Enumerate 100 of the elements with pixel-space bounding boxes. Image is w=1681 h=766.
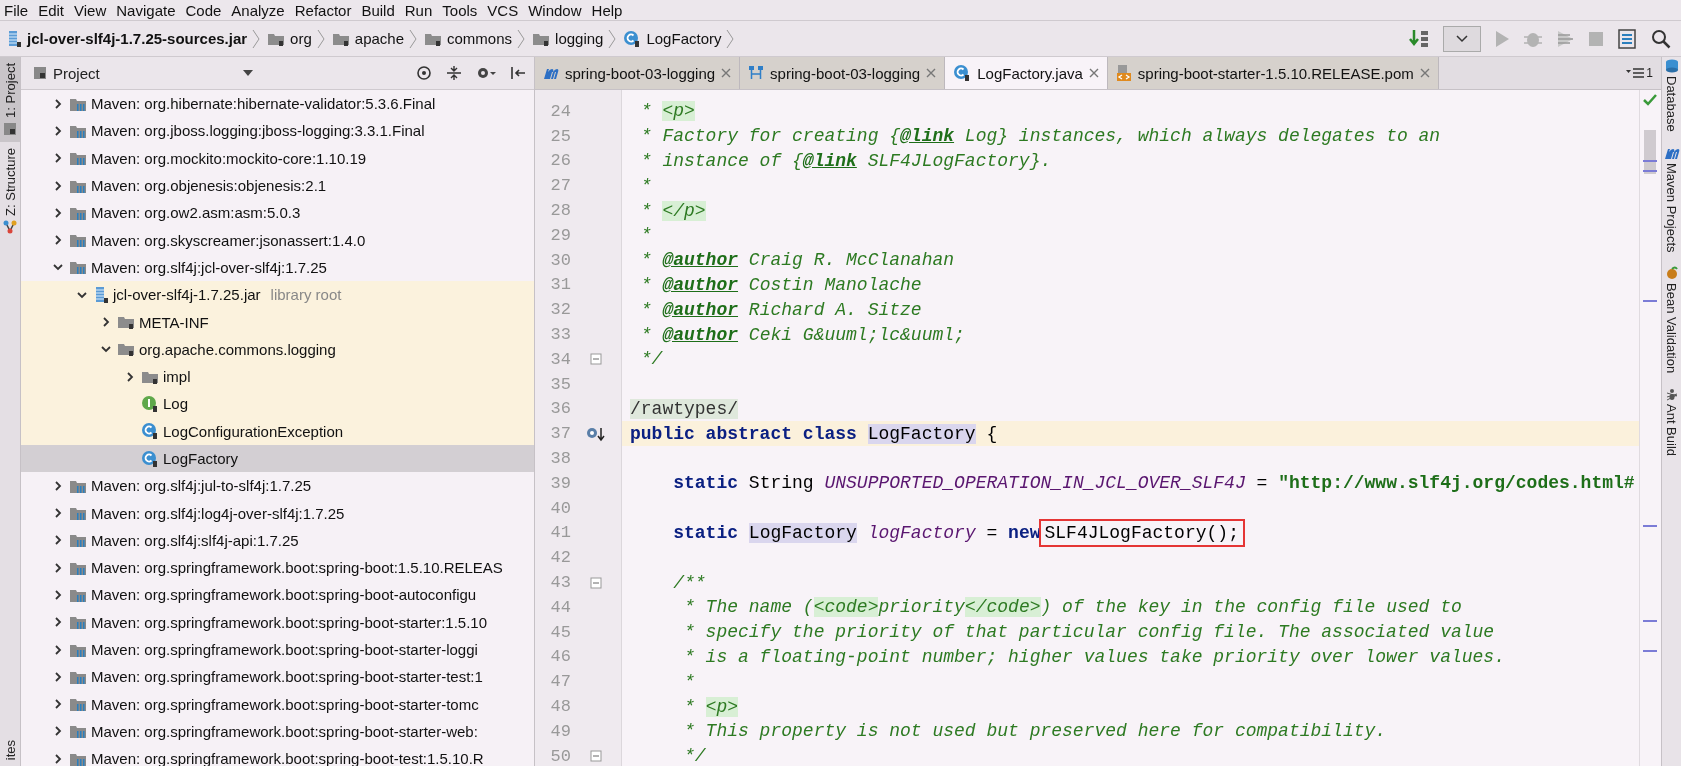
line-number: 25 xyxy=(549,126,571,146)
tool-window-tab[interactable]: Maven Projects xyxy=(1662,145,1681,253)
caret-icon xyxy=(243,70,253,76)
breadcrumb-item[interactable]: commons xyxy=(424,30,517,47)
tool-window-tab[interactable]: 1: Project xyxy=(0,57,20,142)
menu-item[interactable]: View xyxy=(70,1,113,19)
code-line: * specify the priority of that particular config file. The associated value xyxy=(683,621,1496,645)
close-icon[interactable] xyxy=(721,68,732,78)
implemented-icon[interactable] xyxy=(586,425,606,442)
line-number: 40 xyxy=(549,498,571,518)
close-icon[interactable] xyxy=(1088,68,1099,78)
settings-icon[interactable] xyxy=(476,65,496,81)
tree-item[interactable]: Maven: org.slf4j:slf4j-api:1.7.25 xyxy=(21,526,534,555)
tree-item[interactable]: Maven: org.jboss.logging:jboss-logging:3.3.1.Final xyxy=(21,117,534,145)
menu-item[interactable]: File xyxy=(0,1,35,19)
tree-item[interactable]: META-INF xyxy=(21,308,534,336)
tree-item[interactable]: Maven: org.springframework.boot:spring-boot-starter-tomc xyxy=(21,690,534,718)
tree-item[interactable]: Maven: org.springframework.boot:spring-boot-starter-test:1 xyxy=(21,663,534,691)
code-line: * @author Craig R. McClanahan xyxy=(639,249,956,273)
breadcrumb-item[interactable]: jcl-over-slf4j-1.7.25-sources.jar xyxy=(6,29,252,48)
breadcrumb-item[interactable]: logging xyxy=(532,30,608,47)
menu-item[interactable]: Window xyxy=(524,1,588,19)
code-line: */ xyxy=(683,745,707,766)
tree-item[interactable]: Maven: org.slf4j:log4j-over-slf4j:1.7.25 xyxy=(21,499,534,527)
structure-icon xyxy=(3,219,17,234)
tree-item[interactable]: Maven: org.skyscreamer:jsonassert:1.4.0 xyxy=(21,226,534,254)
menu-item[interactable]: Build xyxy=(357,1,401,19)
hide-panel-icon[interactable] xyxy=(510,65,526,81)
separator-icon xyxy=(725,27,736,50)
breadcrumb-item[interactable]: org xyxy=(267,30,316,47)
code-line: static LogFactory logFactory = new SLF4JLogFactory(); xyxy=(622,520,1639,546)
editor-tab[interactable]: LogFactory.java xyxy=(945,57,1108,89)
code-line: * xyxy=(639,224,653,248)
code-line: * @author Costin Manolache xyxy=(639,273,923,297)
menu-item[interactable]: Tools xyxy=(438,1,484,19)
tree-item[interactable]: impl xyxy=(21,362,534,391)
view-selector[interactable]: Project xyxy=(33,64,253,82)
tree-item[interactable]: Maven: org.springframework.boot:spring-boot-starter:1.5.10 xyxy=(21,608,534,636)
code-line: * The name (<code>priority</code>) of the key in the config file used to xyxy=(683,596,1463,620)
project-structure-icon[interactable] xyxy=(1617,27,1639,50)
tree-item[interactable]: Maven: org.springframework.boot:spring-boot-autoconfigu xyxy=(21,581,534,609)
caret-icon xyxy=(1456,34,1468,43)
tree-item[interactable]: Maven: org.springframework.boot:spring-boot-starter-web: xyxy=(21,717,534,746)
tree-item[interactable]: Maven: org.slf4j:jcl-over-slf4j:1.7.25 xyxy=(21,253,534,282)
code-line: /** xyxy=(672,571,707,595)
tree-item-note: library root xyxy=(270,286,342,304)
tree-item[interactable]: LogConfigurationException xyxy=(21,417,534,445)
line-number: 44 xyxy=(549,597,571,617)
menu-item[interactable]: Help xyxy=(587,1,629,19)
line-number: 50 xyxy=(549,746,571,766)
tool-window-tab[interactable]: Z: Structure xyxy=(0,141,20,240)
locate-icon[interactable] xyxy=(416,65,432,81)
tool-window-tab[interactable]: ites xyxy=(0,733,20,766)
menu-item[interactable]: Navigate xyxy=(112,1,182,19)
menu-item[interactable]: Edit xyxy=(34,1,71,19)
code-line: * xyxy=(639,174,653,198)
tree-item[interactable]: Maven: org.objenesis:objenesis:2.1 xyxy=(21,171,534,200)
run-config-dropdown[interactable] xyxy=(1443,25,1481,52)
tree-item[interactable]: org.apache.commons.logging xyxy=(21,335,534,363)
tree-item[interactable]: Maven: org.slf4j:jul-to-slf4j:1.7.25 xyxy=(21,472,534,500)
line-number: 42 xyxy=(549,548,571,568)
breadcrumb-item[interactable]: apache xyxy=(331,30,408,47)
line-number: 26 xyxy=(549,151,571,171)
tab-list-button[interactable]: 1 xyxy=(1626,57,1661,89)
tool-window-tab[interactable]: Database xyxy=(1662,59,1681,132)
collapse-all-icon[interactable] xyxy=(446,65,462,81)
tree-item[interactable]: jcl-over-slf4j-1.7.25.jar library root xyxy=(21,281,534,309)
menu-item[interactable]: Refactor xyxy=(290,1,358,19)
line-number: 27 xyxy=(549,176,571,196)
menu-item[interactable]: VCS xyxy=(483,1,525,19)
editor-tab[interactable]: spring-boot-03-logging xyxy=(535,57,741,89)
search-icon[interactable] xyxy=(1651,28,1671,49)
tool-window-tab[interactable]: Ant Build xyxy=(1662,387,1681,457)
close-icon[interactable] xyxy=(926,68,937,78)
tree-item[interactable]: Log xyxy=(21,390,534,418)
line-number: 48 xyxy=(549,697,571,716)
tree-item[interactable]: LogFactory xyxy=(21,444,534,473)
code-line: * Factory for creating {@link Log} instances, which always delegates to an xyxy=(639,125,1442,149)
close-icon[interactable] xyxy=(1419,68,1430,78)
code-line: * This property is not used but preserved here for compatibility. xyxy=(683,720,1388,744)
code-line: * @author Richard A. Sitze xyxy=(639,298,923,322)
tree-item[interactable]: Maven: org.springframework.boot:spring-boot-starter-loggi xyxy=(21,635,534,664)
editor-tab[interactable]: spring-boot-03-logging xyxy=(740,57,946,89)
tree-item[interactable]: Maven: org.springframework.boot:spring-boot:1.5.10.RELEAS xyxy=(21,554,534,582)
code-line: static String UNSUPPORTED_OPERATION_IN_JCL_OVER_SLF4J = "http://www.slf4j.org/codes.html# xyxy=(672,472,1636,496)
tree-item[interactable]: Maven: org.hibernate:hibernate-validator:5.3.6.Final xyxy=(21,90,534,118)
menu-item[interactable]: Analyze xyxy=(227,1,291,19)
tree-item[interactable]: Maven: org.mockito:mockito-core:1.10.19 xyxy=(21,144,534,172)
tool-window-tab[interactable]: Bean Validation xyxy=(1662,266,1681,374)
menu-item[interactable]: Code xyxy=(181,1,228,19)
window-icon xyxy=(3,121,17,136)
line-number: 47 xyxy=(549,672,571,692)
line-number: 33 xyxy=(549,325,571,345)
menu-item[interactable]: Run xyxy=(400,1,439,19)
line-number: 41 xyxy=(549,523,571,543)
code-line: */ xyxy=(639,348,664,372)
breadcrumb-item[interactable]: LogFactory xyxy=(623,29,726,48)
build-icon[interactable] xyxy=(1409,27,1431,50)
tree-item[interactable]: Maven: org.ow2.asm:asm:5.0.3 xyxy=(21,199,534,227)
editor-tab[interactable]: spring-boot-starter-1.5.10.RELEASE.pom xyxy=(1107,57,1439,89)
